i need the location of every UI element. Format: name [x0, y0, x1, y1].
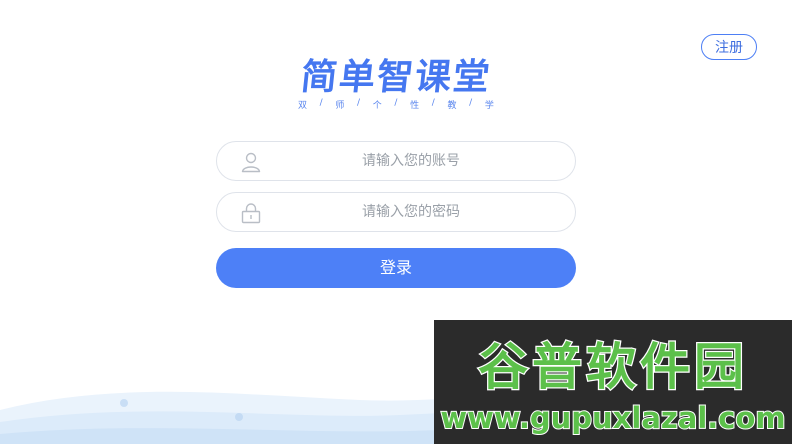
watermark-url: www.gupuxlazal.com: [440, 401, 785, 435]
login-button[interactable]: 登录: [216, 248, 576, 288]
logo-subtitle: 双 / 师 / 个 / 性 / 教 / 学: [296, 98, 496, 111]
logo-subtitle-char: /: [357, 98, 361, 108]
logo-subtitle-char: 性: [410, 101, 420, 111]
logo-subtitle-char: 双: [298, 101, 308, 111]
watermark-overlay: 谷普软件园 www.gupuxlazal.com: [434, 320, 792, 444]
logo-subtitle-char: /: [469, 98, 473, 108]
user-icon: [241, 152, 261, 173]
password-field: [216, 192, 576, 232]
logo-subtitle-char: 教: [447, 101, 457, 111]
logo-title: 简单智课堂: [298, 57, 494, 98]
logo-subtitle-char: 师: [335, 101, 345, 111]
logo-subtitle-char: /: [431, 98, 435, 108]
logo-subtitle-char: /: [394, 98, 398, 108]
account-input[interactable]: [277, 142, 545, 180]
lock-icon: [241, 203, 261, 224]
account-field: [216, 141, 576, 181]
register-button[interactable]: 注册: [701, 34, 757, 60]
logo-subtitle-char: /: [319, 98, 323, 108]
watermark-graphic: 谷普软件园 www.gupuxlazal.com: [439, 337, 786, 436]
password-input[interactable]: [277, 193, 545, 231]
logo-subtitle-char: 个: [372, 101, 382, 111]
app-logo: 简单智课堂 双 / 师 / 个 / 性 / 教 / 学: [296, 57, 496, 111]
watermark-brand: 谷普软件园: [478, 338, 748, 396]
logo-subtitle-char: 学: [484, 101, 494, 111]
